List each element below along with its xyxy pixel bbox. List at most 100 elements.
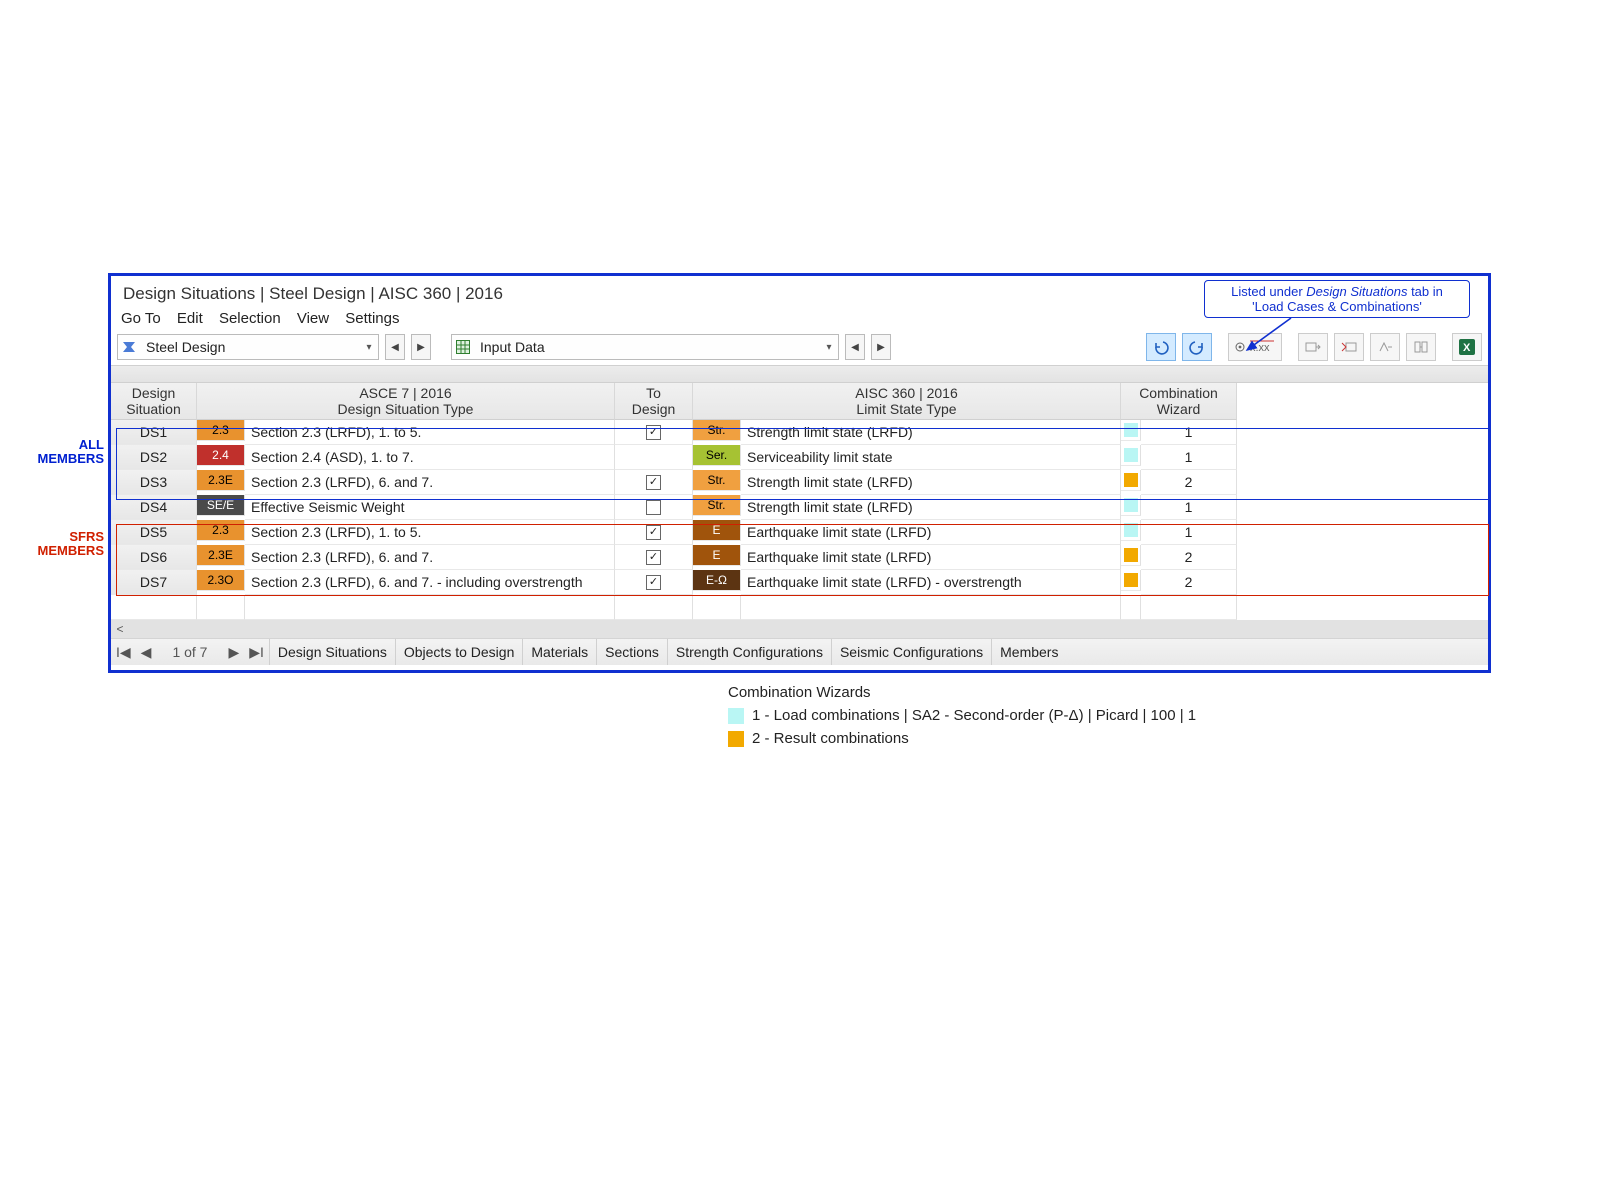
empty-cell	[741, 595, 1121, 620]
nav-last-button[interactable]: ▶I	[244, 644, 269, 661]
empty-cell	[111, 595, 197, 620]
tool-b-button[interactable]	[1334, 333, 1364, 361]
menu-edit[interactable]: Edit	[177, 310, 203, 327]
row-header[interactable]: DS7	[111, 570, 197, 595]
nav-prev2-button[interactable]: ◀	[845, 334, 865, 360]
row-header[interactable]: DS2	[111, 445, 197, 470]
tool-undo-button[interactable]	[1146, 333, 1176, 361]
to-design-checkbox[interactable]: ✓	[615, 470, 693, 495]
table-icon	[452, 339, 474, 355]
limit-state-text[interactable]: Earthquake limit state (LRFD) - overstre…	[741, 570, 1121, 595]
wizard-number[interactable]: 1	[1141, 445, 1237, 470]
col-situation-type[interactable]: ASCE 7 | 2016Design Situation Type	[197, 383, 615, 420]
data-grid: DesignSituation ASCE 7 | 2016Design Situ…	[111, 383, 1488, 620]
limit-state-badge: E	[693, 545, 741, 566]
row-header[interactable]: DS3	[111, 470, 197, 495]
page-indicator: 1 of 7	[156, 644, 223, 660]
limit-state-badge: E-Ω	[693, 570, 741, 591]
module-dropdown[interactable]: Steel Design ▾	[117, 334, 379, 360]
limit-state-text[interactable]: Earthquake limit state (LRFD)	[741, 545, 1121, 570]
to-design-checkbox[interactable]: ✓	[615, 420, 693, 445]
tool-c-button[interactable]	[1370, 333, 1400, 361]
wizard-number[interactable]: 1	[1141, 520, 1237, 545]
tool-redo-button[interactable]	[1182, 333, 1212, 361]
horizontal-scrollbar[interactable]: <	[111, 620, 1488, 638]
limit-state-text[interactable]: Strength limit state (LRFD)	[741, 420, 1121, 445]
nav-next-button[interactable]: ▶	[411, 334, 431, 360]
empty-cell	[1121, 595, 1141, 620]
menu-goto[interactable]: Go To	[121, 310, 161, 327]
situation-desc[interactable]: Section 2.3 (LRFD), 6. and 7.	[245, 470, 615, 495]
col-combo-wizard[interactable]: CombinationWizard	[1121, 383, 1237, 420]
situation-desc[interactable]: Section 2.4 (ASD), 1. to 7.	[245, 445, 615, 470]
view-dropdown[interactable]: Input Data ▾	[451, 334, 839, 360]
nav-first-button[interactable]: I◀	[111, 644, 136, 661]
bottom-tab-bar: I◀ ◀ 1 of 7 ▶ ▶I Design Situations Objec…	[111, 638, 1488, 665]
row-header[interactable]: DS5	[111, 520, 197, 545]
tool-d-button[interactable]	[1406, 333, 1436, 361]
tab-design-situations[interactable]: Design Situations	[269, 639, 395, 665]
wizard-swatch	[1121, 470, 1141, 491]
tab-sections[interactable]: Sections	[596, 639, 667, 665]
limit-state-text[interactable]: Earthquake limit state (LRFD)	[741, 520, 1121, 545]
column-header-strip	[111, 365, 1488, 383]
row-header[interactable]: DS4	[111, 495, 197, 520]
svg-text:x.xx: x.xx	[1250, 342, 1270, 354]
limit-state-text[interactable]: Strength limit state (LRFD)	[741, 495, 1121, 520]
situation-desc[interactable]: Section 2.3 (LRFD), 1. to 5.	[245, 520, 615, 545]
limit-state-text[interactable]: Serviceability limit state	[741, 445, 1121, 470]
tool-a-button[interactable]	[1298, 333, 1328, 361]
limit-state-text[interactable]: Strength limit state (LRFD)	[741, 470, 1121, 495]
empty-cell	[693, 595, 741, 620]
wizard-number[interactable]: 2	[1141, 545, 1237, 570]
limit-state-badge: Str.	[693, 470, 741, 491]
menu-selection[interactable]: Selection	[219, 310, 281, 327]
col-to-design[interactable]: ToDesign	[615, 383, 693, 420]
empty-cell	[245, 595, 615, 620]
menu-view[interactable]: View	[297, 310, 329, 327]
tab-members[interactable]: Members	[991, 639, 1066, 665]
to-design-checkbox[interactable]: ✓	[615, 520, 693, 545]
nav-next2-button[interactable]: ▶	[871, 334, 891, 360]
legend-swatch-1	[728, 708, 744, 724]
col-design-situation[interactable]: DesignSituation	[111, 383, 197, 420]
svg-text:X: X	[1463, 342, 1471, 354]
to-design-checkbox[interactable]: ✓	[615, 545, 693, 570]
tool-excel-button[interactable]: X	[1452, 333, 1482, 361]
nav-prev-button[interactable]: ◀	[385, 334, 405, 360]
chevron-down-icon: ▾	[820, 342, 838, 353]
situation-desc[interactable]: Section 2.3 (LRFD), 6. and 7. - includin…	[245, 570, 615, 595]
wizard-number[interactable]: 2	[1141, 470, 1237, 495]
tool-precision-button[interactable]: x.xx	[1228, 333, 1282, 361]
wizard-swatch	[1121, 545, 1141, 566]
situation-desc[interactable]: Effective Seismic Weight	[245, 495, 615, 520]
tab-seismic[interactable]: Seismic Configurations	[831, 639, 991, 665]
limit-state-badge: Str.	[693, 420, 741, 441]
callout-note: Listed under Design Situations tab in'Lo…	[1204, 280, 1470, 318]
wizard-swatch	[1121, 420, 1141, 441]
nav-prev-row-button[interactable]: ◀	[136, 644, 157, 661]
code-badge: 2.3O	[197, 570, 245, 591]
tab-strength[interactable]: Strength Configurations	[667, 639, 831, 665]
menu-settings[interactable]: Settings	[345, 310, 399, 327]
chevron-down-icon: ▾	[360, 342, 378, 353]
wizard-number[interactable]: 2	[1141, 570, 1237, 595]
limit-state-badge: E	[693, 520, 741, 541]
to-design-checkbox[interactable]	[615, 495, 693, 520]
wizard-swatch	[1121, 495, 1141, 516]
row-header[interactable]: DS1	[111, 420, 197, 445]
legend-title: Combination Wizards	[728, 684, 1196, 701]
wizard-number[interactable]: 1	[1141, 420, 1237, 445]
empty-cell	[1141, 595, 1237, 620]
to-design-checkbox[interactable]: ✓	[615, 570, 693, 595]
situation-desc[interactable]: Section 2.3 (LRFD), 6. and 7.	[245, 545, 615, 570]
tab-materials[interactable]: Materials	[522, 639, 596, 665]
tab-objects[interactable]: Objects to Design	[395, 639, 523, 665]
col-limit-state[interactable]: AISC 360 | 2016Limit State Type	[693, 383, 1121, 420]
nav-next-row-button[interactable]: ▶	[223, 644, 244, 661]
steel-icon	[118, 339, 140, 355]
situation-desc[interactable]: Section 2.3 (LRFD), 1. to 5.	[245, 420, 615, 445]
wizard-number[interactable]: 1	[1141, 495, 1237, 520]
row-header[interactable]: DS6	[111, 545, 197, 570]
wizard-swatch	[1121, 520, 1141, 541]
